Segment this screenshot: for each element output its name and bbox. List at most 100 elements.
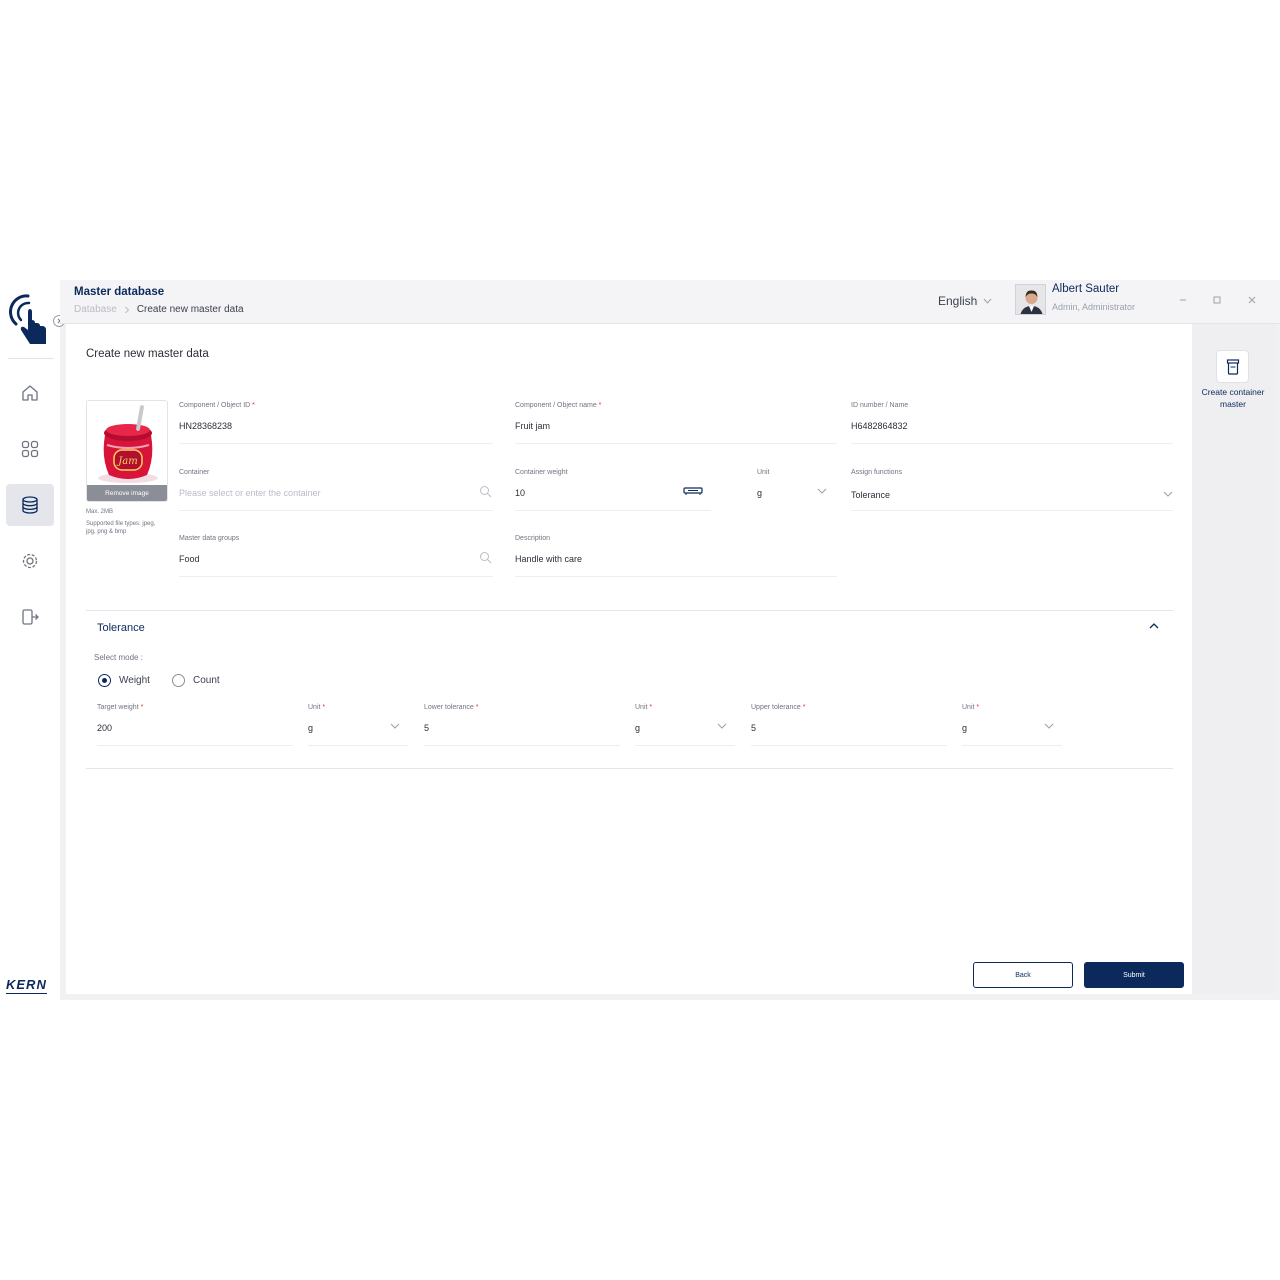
description-value: Handle with care	[515, 554, 583, 564]
language-selector[interactable]: English	[938, 294, 992, 308]
target-weight-field[interactable]: Target weight * 200	[97, 704, 293, 746]
breadcrumb-current: Create new master data	[136, 304, 244, 315]
maximize-button[interactable]	[1211, 294, 1223, 306]
lower-unit-value: g	[635, 723, 641, 733]
form-title: Create new master data	[86, 348, 209, 360]
field-label: ID number / Name	[851, 402, 909, 409]
sidebar-item-dashboard[interactable]	[6, 428, 54, 470]
chevron-down-icon	[717, 723, 727, 729]
top-bar: Master database Database Create new mast…	[60, 280, 1280, 324]
create-container-button[interactable]	[1216, 350, 1249, 383]
upper-tolerance-value: 5	[751, 723, 757, 733]
maximize-icon	[1213, 296, 1221, 304]
assign-functions-select[interactable]: Assign functions Tolerance	[851, 469, 1173, 511]
component-id-field[interactable]: Component / Object ID * HN28368238	[179, 402, 493, 444]
right-action-panel: Create container master	[1192, 324, 1276, 994]
radio-checked[interactable]	[98, 674, 111, 687]
field-label: Unit	[962, 704, 975, 711]
close-icon	[1248, 296, 1256, 304]
product-image[interactable]: Jam Remove image	[86, 400, 168, 502]
unit-select[interactable]: Unit g	[757, 469, 833, 498]
divider	[86, 768, 1173, 769]
component-name-field[interactable]: Component / Object name * Fruit jam	[515, 402, 837, 444]
home-icon	[22, 385, 38, 401]
target-weight-value: 200	[97, 723, 113, 733]
kern-brand-logo: KERN	[6, 977, 47, 994]
field-label: Unit	[308, 704, 321, 711]
divider	[8, 358, 54, 359]
unit-value: g	[757, 488, 763, 498]
container-icon	[1226, 358, 1239, 375]
image-max-size: Max. 2MB	[86, 509, 114, 515]
upper-tolerance-field[interactable]: Upper tolerance * 5	[751, 704, 947, 746]
chevron-down-icon	[817, 488, 827, 494]
search-icon[interactable]	[479, 551, 492, 564]
breadcrumb-database-link[interactable]: Database	[74, 304, 117, 315]
image-supported-types: Supported file types: jpeg, jpg, png & b…	[86, 521, 156, 535]
chevron-down-icon	[1163, 491, 1173, 497]
radio-label: Count	[193, 675, 220, 686]
close-button[interactable]	[1246, 294, 1258, 306]
jam-jar-image: Jam	[87, 401, 167, 487]
tolerance-section-title[interactable]: Tolerance	[97, 622, 145, 634]
logout-icon	[22, 609, 39, 625]
master-data-groups-input[interactable]: Master data groups Food	[179, 535, 493, 577]
upper-unit-select[interactable]: Unit * g	[962, 704, 1062, 746]
select-mode-label: Select mode :	[94, 653, 143, 662]
id-number-field[interactable]: ID number / Name H6482864832	[851, 402, 1173, 444]
lower-unit-select[interactable]: Unit * g	[635, 704, 735, 746]
minimize-icon	[1180, 299, 1186, 301]
field-label: Target weight	[97, 704, 139, 711]
svg-text:Jam: Jam	[116, 456, 137, 467]
assign-functions-value: Tolerance	[851, 490, 891, 500]
container-input[interactable]: Container Please select or enter the con…	[179, 469, 493, 511]
field-label: Container weight	[515, 469, 568, 476]
avatar[interactable]	[1015, 284, 1046, 315]
remove-image-button[interactable]: Remove image	[87, 485, 167, 501]
target-unit-select[interactable]: Unit * g	[308, 704, 408, 746]
form-card: Create new master data Jam Remove image …	[66, 324, 1192, 994]
mode-radio-count[interactable]: Count	[172, 674, 220, 687]
radio-unchecked[interactable]	[172, 674, 185, 687]
field-label: Master data groups	[179, 535, 240, 542]
submit-button[interactable]: Submit	[1084, 962, 1184, 988]
field-label: Unit	[635, 704, 648, 711]
chevron-up-icon[interactable]	[1148, 622, 1160, 630]
component-name-value: Fruit jam	[515, 421, 551, 431]
language-label: English	[938, 294, 978, 308]
radio-label: Weight	[119, 675, 150, 686]
app-window: KERN Master database Database Create new…	[0, 280, 1280, 1000]
chevron-down-icon	[390, 723, 400, 729]
divider	[86, 610, 1173, 611]
breadcrumb: Database Create new master data	[74, 304, 244, 315]
field-label: Component / Object name	[515, 402, 597, 409]
scale-weigh-icon[interactable]	[683, 487, 703, 496]
lower-tolerance-field[interactable]: Lower tolerance * 5	[424, 704, 620, 746]
back-button[interactable]: Back	[973, 962, 1073, 988]
sidebar: KERN	[0, 280, 65, 1000]
create-container-label[interactable]: Create container master	[1200, 386, 1266, 410]
settings-icon	[22, 553, 38, 569]
search-icon[interactable]	[479, 485, 492, 498]
container-weight-field[interactable]: Container weight 10	[515, 469, 711, 511]
field-label: Component / Object ID	[179, 402, 251, 409]
field-label: Description	[515, 535, 551, 542]
minimize-button[interactable]	[1177, 294, 1189, 306]
sidebar-item-settings[interactable]	[6, 540, 54, 582]
page-title: Master database	[74, 286, 165, 298]
component-id-value: HN28368238	[179, 421, 233, 431]
chevron-down-icon	[983, 298, 992, 304]
sidebar-item-logout[interactable]	[6, 596, 54, 638]
sidebar-item-home[interactable]	[6, 372, 54, 414]
field-label: Unit	[757, 469, 770, 476]
database-icon	[22, 496, 38, 514]
mode-radio-weight[interactable]: Weight	[98, 674, 150, 687]
master-data-groups-value: Food	[179, 554, 200, 564]
app-logo	[8, 290, 52, 348]
dashboard-icon	[21, 440, 39, 458]
container-placeholder: Please select or enter the container	[179, 488, 321, 498]
chevron-right-icon	[124, 306, 130, 313]
sidebar-item-database[interactable]	[6, 484, 54, 526]
description-field[interactable]: Description Handle with care	[515, 535, 837, 577]
container-weight-value: 10	[515, 488, 526, 498]
